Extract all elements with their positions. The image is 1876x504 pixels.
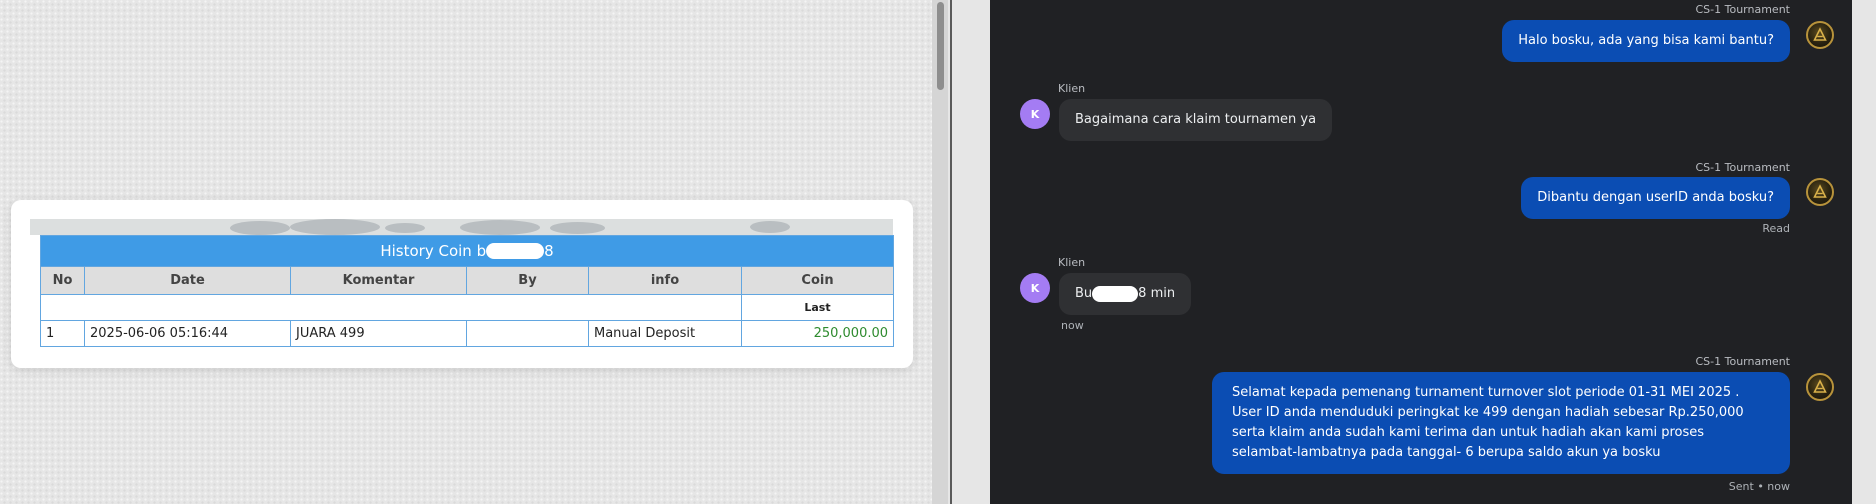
agent-message-bubble: Dibantu dengan userID anda bosku?	[1521, 177, 1790, 219]
gold-emblem-icon	[1813, 184, 1827, 198]
message-sender: CS-1 Tournament	[1695, 161, 1791, 174]
world-map-banner	[30, 219, 893, 235]
cell-by	[466, 320, 589, 347]
history-card: History Coin b 8 No Date Komentar By info…	[11, 200, 913, 368]
table-title: History Coin b 8	[39, 235, 895, 267]
subheader-last: Last	[740, 294, 895, 321]
cell-date: 2025-06-06 05:16:44	[84, 320, 291, 347]
gold-emblem-icon	[1813, 379, 1827, 393]
agent-avatar	[1806, 178, 1834, 206]
client-text-prefix: Bu	[1075, 286, 1093, 301]
subheader-spacer	[40, 294, 742, 321]
message-status: Sent • now	[1728, 480, 1790, 493]
message-sender: CS-1 Tournament	[1695, 3, 1791, 16]
column-header-no: No	[40, 266, 85, 295]
pane-divider[interactable]	[948, 0, 990, 504]
table-subheader-row: Last	[40, 294, 895, 321]
table-row: 1 2025-06-06 05:16:44 JUARA 499 Manual D…	[40, 320, 895, 347]
cell-info: Manual Deposit	[588, 320, 742, 347]
redaction-mask	[1092, 286, 1139, 302]
cell-coin: 250,000.00	[740, 320, 895, 347]
gold-emblem-icon	[1813, 27, 1827, 41]
column-header-komentar: Komentar	[290, 266, 467, 295]
chat-right-strip	[1852, 0, 1876, 504]
table-title-suffix: 8	[544, 242, 554, 260]
client-message-bubble: Bu 8 min	[1059, 273, 1192, 315]
client-avatar: K	[1020, 273, 1050, 303]
column-header-info: info	[588, 266, 742, 295]
left-scrollbar[interactable]	[932, 0, 948, 504]
scrollbar-thumb[interactable]	[937, 2, 944, 90]
history-coin-table: History Coin b 8 No Date Komentar By info…	[39, 235, 895, 347]
column-header-date: Date	[84, 266, 291, 295]
client-message-bubble: Bagaimana cara klaim tournamen ya	[1059, 99, 1333, 141]
client-avatar: K	[1020, 99, 1050, 129]
chat-pane: CS-1 Tournament Halo bosku, ada yang bis…	[990, 0, 1852, 504]
table-title-prefix: History Coin b	[380, 242, 487, 260]
message-time: now	[1061, 319, 1084, 332]
agent-avatar	[1806, 373, 1834, 401]
agent-message-bubble: Selamat kepada pemenang turnament turnov…	[1212, 372, 1790, 474]
cell-no: 1	[40, 320, 85, 347]
message-sender: Klien	[1058, 256, 1086, 269]
column-header-by: By	[466, 266, 589, 295]
divider-line	[950, 0, 952, 504]
redaction-mask	[486, 243, 545, 259]
agent-message-bubble: Halo bosku, ada yang bisa kami bantu?	[1502, 20, 1790, 62]
cell-komentar: JUARA 499	[290, 320, 467, 347]
column-header-coin: Coin	[740, 266, 895, 295]
left-pane: History Coin b 8 No Date Komentar By info…	[0, 0, 948, 504]
agent-avatar	[1806, 21, 1834, 49]
message-sender: Klien	[1058, 82, 1086, 95]
client-text-suffix: 8 min	[1138, 286, 1176, 301]
message-sender: CS-1 Tournament	[1695, 355, 1791, 368]
message-status: Read	[1762, 222, 1790, 235]
